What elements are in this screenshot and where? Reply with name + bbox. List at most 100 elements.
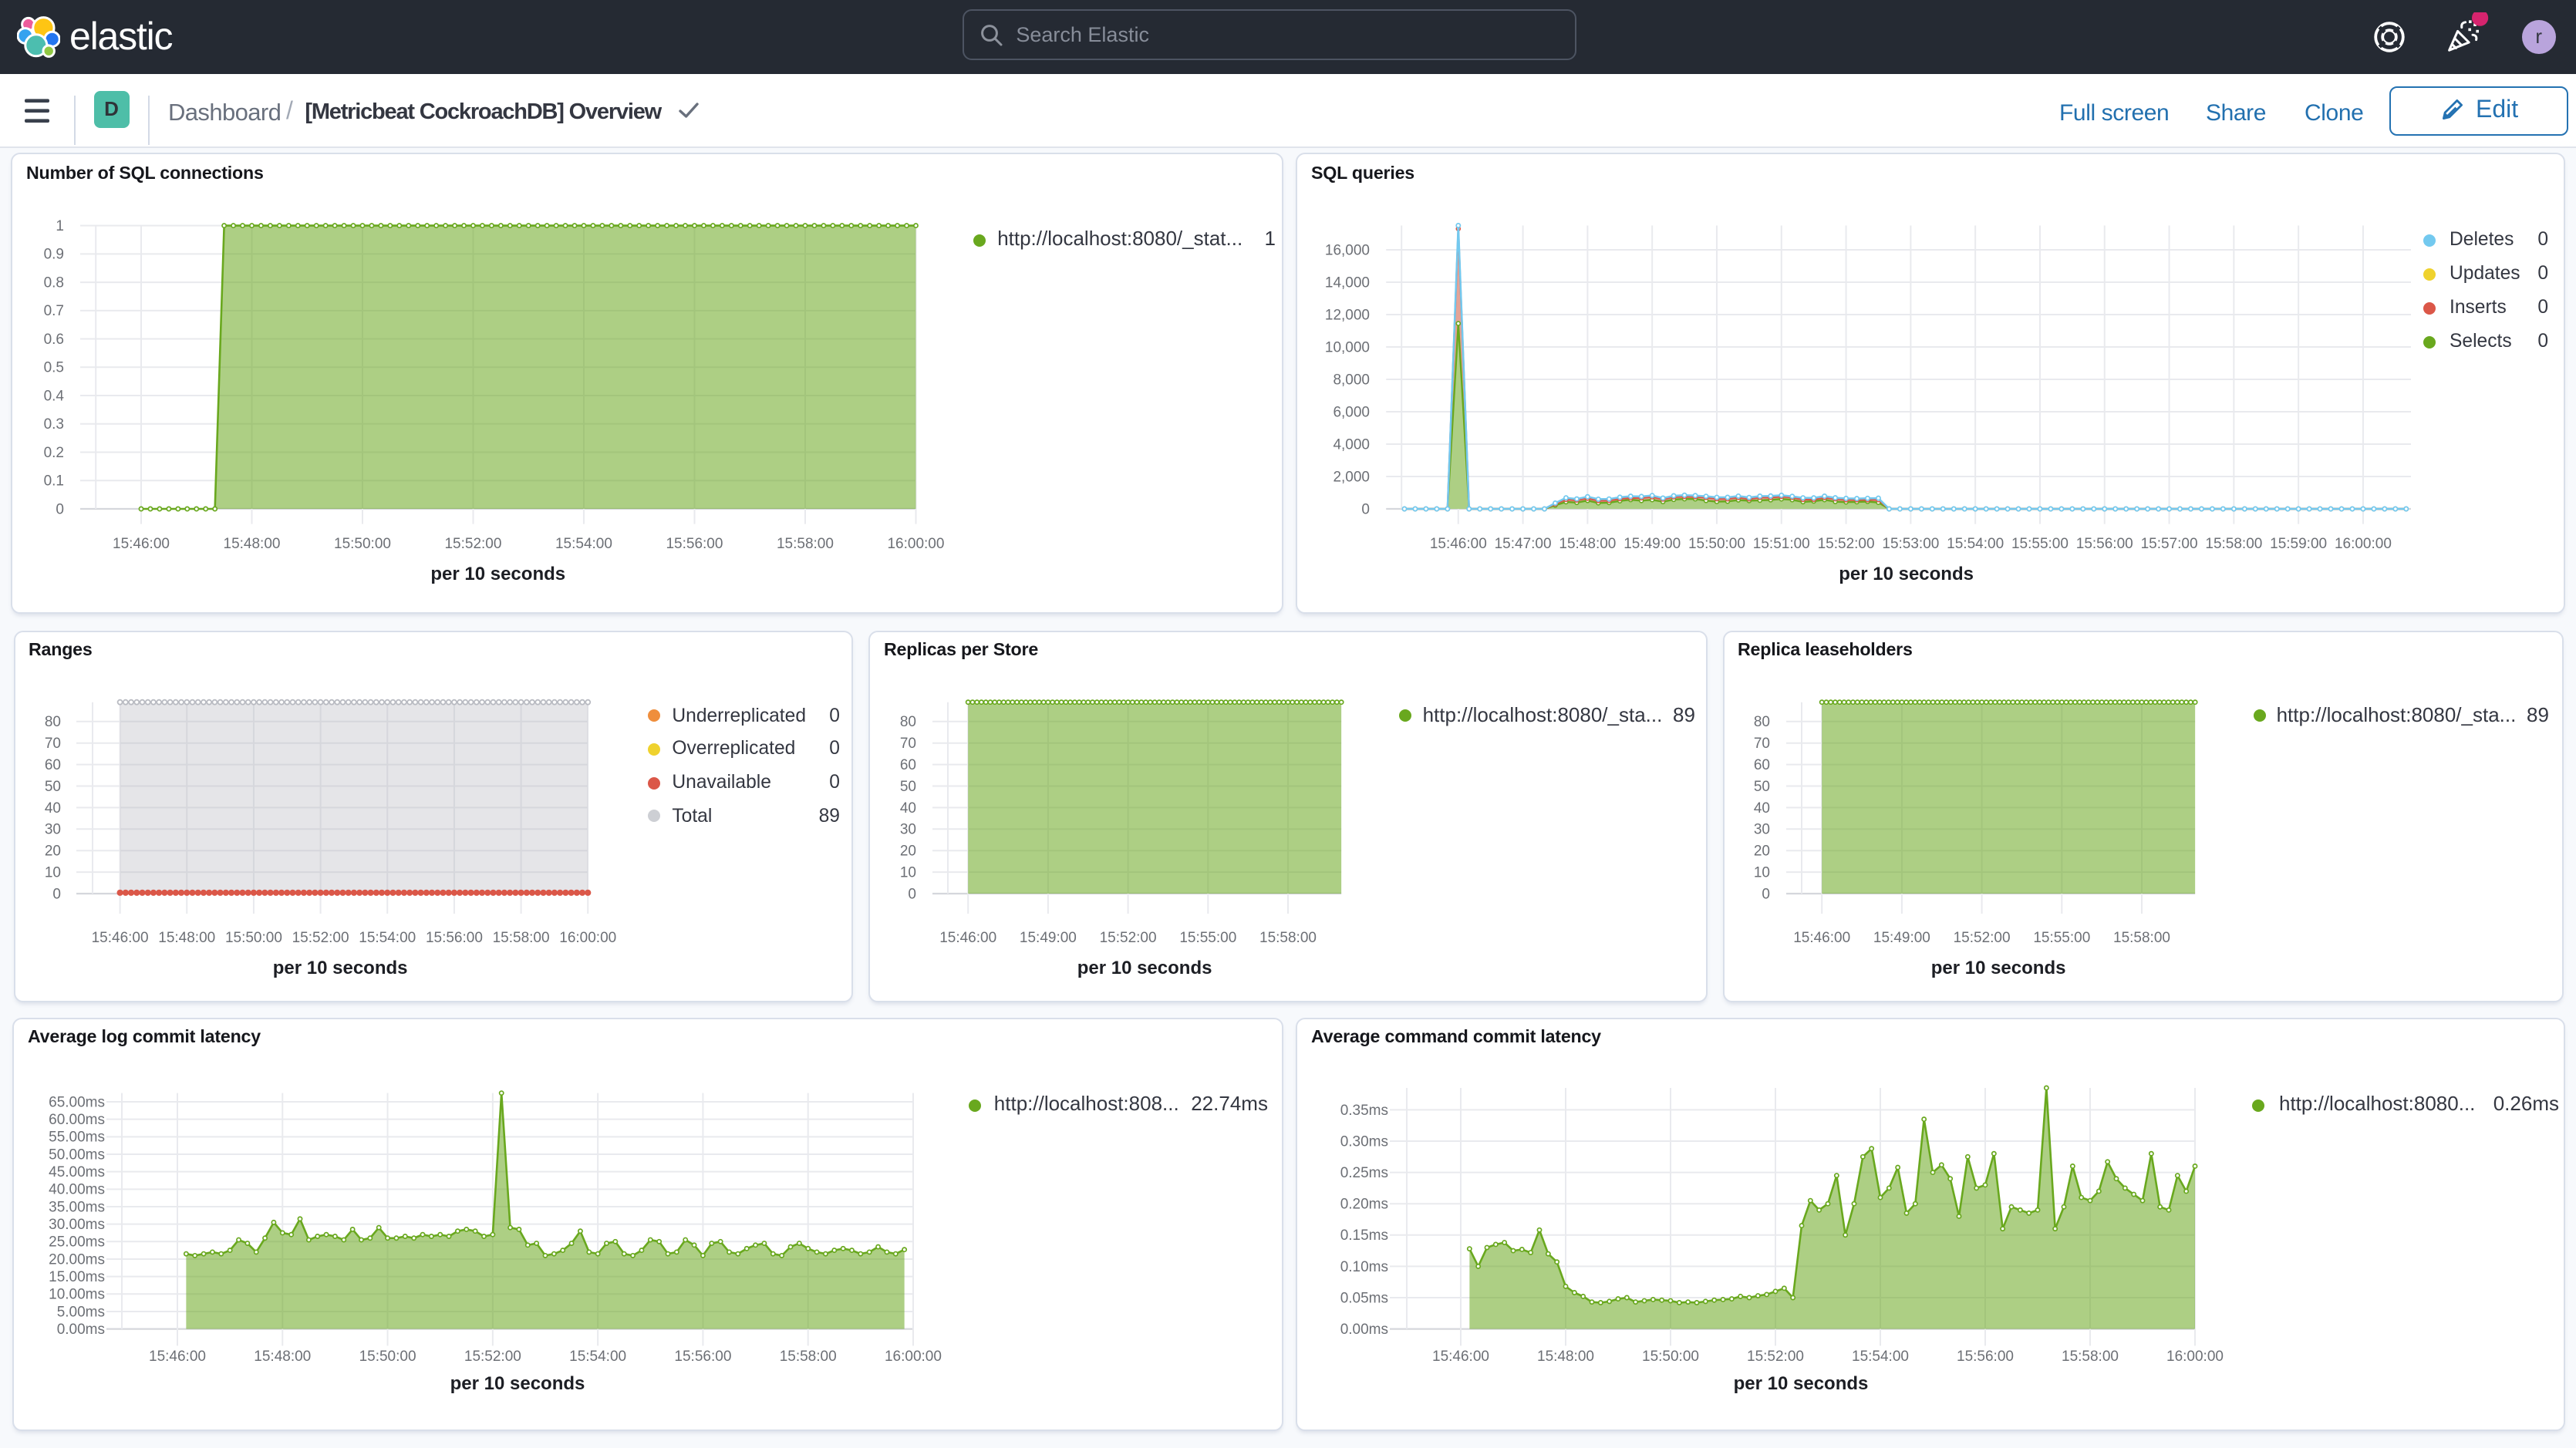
svg-text:15:46:00: 15:46:00 <box>149 1349 206 1365</box>
svg-text:15:59:00: 15:59:00 <box>2270 536 2327 552</box>
svg-text:35.00ms: 35.00ms <box>49 1199 105 1215</box>
svg-text:15:50:00: 15:50:00 <box>334 536 391 552</box>
svg-text:15:52:00: 15:52:00 <box>1747 1349 1804 1365</box>
svg-text:0.5: 0.5 <box>44 360 64 376</box>
svg-text:4,000: 4,000 <box>1333 436 1370 453</box>
svg-text:per 10 seconds: per 10 seconds <box>1077 958 1212 978</box>
svg-text:15:58:00: 15:58:00 <box>2113 930 2170 946</box>
svg-text:5.00ms: 5.00ms <box>57 1304 105 1320</box>
svg-text:0.2: 0.2 <box>44 445 64 461</box>
svg-text:15:52:00: 15:52:00 <box>464 1349 521 1365</box>
svg-text:15:55:00: 15:55:00 <box>2033 930 2090 946</box>
svg-text:16,000: 16,000 <box>1325 242 1370 258</box>
svg-text:12,000: 12,000 <box>1325 307 1370 323</box>
svg-text:55.00ms: 55.00ms <box>49 1130 105 1146</box>
svg-text:15:51:00: 15:51:00 <box>1753 536 1810 552</box>
svg-text:15:56:00: 15:56:00 <box>674 1349 731 1365</box>
svg-text:15:54:00: 15:54:00 <box>359 930 416 946</box>
svg-text:0: 0 <box>56 501 64 517</box>
svg-text:0.10ms: 0.10ms <box>1340 1259 1388 1275</box>
svg-text:6,000: 6,000 <box>1333 404 1370 420</box>
svg-text:16:00:00: 16:00:00 <box>2335 536 2392 552</box>
svg-text:15:50:00: 15:50:00 <box>1642 1349 1699 1365</box>
svg-text:per 10 seconds: per 10 seconds <box>1931 958 2066 978</box>
svg-text:15:48:00: 15:48:00 <box>158 930 215 946</box>
svg-text:per 10 seconds: per 10 seconds <box>1839 564 1974 584</box>
svg-text:10: 10 <box>900 865 916 881</box>
svg-text:45.00ms: 45.00ms <box>49 1164 105 1180</box>
svg-text:20: 20 <box>1754 844 1770 860</box>
svg-text:15.00ms: 15.00ms <box>49 1269 105 1285</box>
svg-text:0.4: 0.4 <box>44 388 65 404</box>
svg-text:10: 10 <box>1754 865 1770 881</box>
svg-text:16:00:00: 16:00:00 <box>885 1349 942 1365</box>
svg-text:15:46:00: 15:46:00 <box>939 930 996 946</box>
svg-text:15:46:00: 15:46:00 <box>92 930 149 946</box>
svg-text:0.1: 0.1 <box>44 473 64 490</box>
svg-text:30: 30 <box>45 822 61 838</box>
svg-text:60: 60 <box>900 757 916 773</box>
svg-text:15:46:00: 15:46:00 <box>113 536 170 552</box>
svg-text:40: 40 <box>45 800 61 817</box>
svg-text:15:52:00: 15:52:00 <box>1100 930 1157 946</box>
svg-text:15:58:00: 15:58:00 <box>2205 536 2262 552</box>
svg-text:0.00ms: 0.00ms <box>57 1322 105 1338</box>
svg-text:15:49:00: 15:49:00 <box>1020 930 1077 946</box>
svg-text:10.00ms: 10.00ms <box>49 1287 105 1303</box>
svg-text:14,000: 14,000 <box>1325 274 1370 291</box>
svg-text:15:47:00: 15:47:00 <box>1495 536 1552 552</box>
svg-text:15:56:00: 15:56:00 <box>426 930 483 946</box>
svg-text:0.05ms: 0.05ms <box>1340 1290 1388 1306</box>
svg-text:0: 0 <box>908 886 916 902</box>
svg-text:15:48:00: 15:48:00 <box>224 536 281 552</box>
svg-text:15:52:00: 15:52:00 <box>1818 536 1875 552</box>
svg-text:0: 0 <box>1762 886 1770 902</box>
svg-text:50: 50 <box>900 779 916 795</box>
svg-text:per 10 seconds: per 10 seconds <box>450 1373 585 1394</box>
svg-text:0.20ms: 0.20ms <box>1340 1197 1388 1213</box>
svg-text:15:54:00: 15:54:00 <box>569 1349 626 1365</box>
svg-text:0.8: 0.8 <box>44 274 64 291</box>
svg-text:per 10 seconds: per 10 seconds <box>1734 1373 1869 1394</box>
svg-text:15:58:00: 15:58:00 <box>780 1349 837 1365</box>
svg-text:15:46:00: 15:46:00 <box>1793 930 1850 946</box>
svg-text:15:58:00: 15:58:00 <box>493 930 550 946</box>
svg-text:0.9: 0.9 <box>44 247 64 263</box>
svg-text:15:54:00: 15:54:00 <box>1947 536 2004 552</box>
svg-text:15:52:00: 15:52:00 <box>444 536 501 552</box>
svg-text:15:48:00: 15:48:00 <box>1537 1349 1594 1365</box>
svg-text:40: 40 <box>900 800 916 817</box>
svg-text:1: 1 <box>56 218 64 234</box>
svg-text:10: 10 <box>45 865 61 881</box>
svg-text:16:00:00: 16:00:00 <box>559 930 616 946</box>
svg-text:per 10 seconds: per 10 seconds <box>273 958 408 978</box>
svg-text:60: 60 <box>1754 757 1770 773</box>
svg-text:15:49:00: 15:49:00 <box>1873 930 1930 946</box>
svg-text:0.25ms: 0.25ms <box>1340 1165 1388 1181</box>
svg-text:15:54:00: 15:54:00 <box>1852 1349 1909 1365</box>
svg-text:0.7: 0.7 <box>44 303 64 319</box>
svg-text:2,000: 2,000 <box>1333 469 1370 485</box>
svg-text:15:53:00: 15:53:00 <box>1882 536 1939 552</box>
svg-text:15:58:00: 15:58:00 <box>2062 1349 2119 1365</box>
svg-text:0: 0 <box>52 886 61 902</box>
svg-text:15:50:00: 15:50:00 <box>1688 536 1745 552</box>
svg-text:15:48:00: 15:48:00 <box>1559 536 1616 552</box>
svg-text:0.00ms: 0.00ms <box>1340 1322 1388 1338</box>
svg-text:30: 30 <box>900 822 916 838</box>
svg-text:15:55:00: 15:55:00 <box>2011 536 2069 552</box>
svg-text:0.3: 0.3 <box>44 416 64 433</box>
svg-text:15:50:00: 15:50:00 <box>225 930 282 946</box>
svg-text:50.00ms: 50.00ms <box>49 1147 105 1163</box>
svg-text:65.00ms: 65.00ms <box>49 1094 105 1110</box>
svg-text:30.00ms: 30.00ms <box>49 1217 105 1233</box>
svg-text:60.00ms: 60.00ms <box>49 1112 105 1128</box>
svg-text:70: 70 <box>45 736 61 752</box>
svg-text:16:00:00: 16:00:00 <box>2166 1349 2224 1365</box>
svg-text:0.15ms: 0.15ms <box>1340 1227 1388 1244</box>
svg-text:per 10 seconds: per 10 seconds <box>430 564 565 584</box>
svg-text:70: 70 <box>900 736 916 752</box>
svg-text:15:58:00: 15:58:00 <box>1259 930 1317 946</box>
svg-text:15:49:00: 15:49:00 <box>1623 536 1681 552</box>
svg-text:0.35ms: 0.35ms <box>1340 1103 1388 1119</box>
